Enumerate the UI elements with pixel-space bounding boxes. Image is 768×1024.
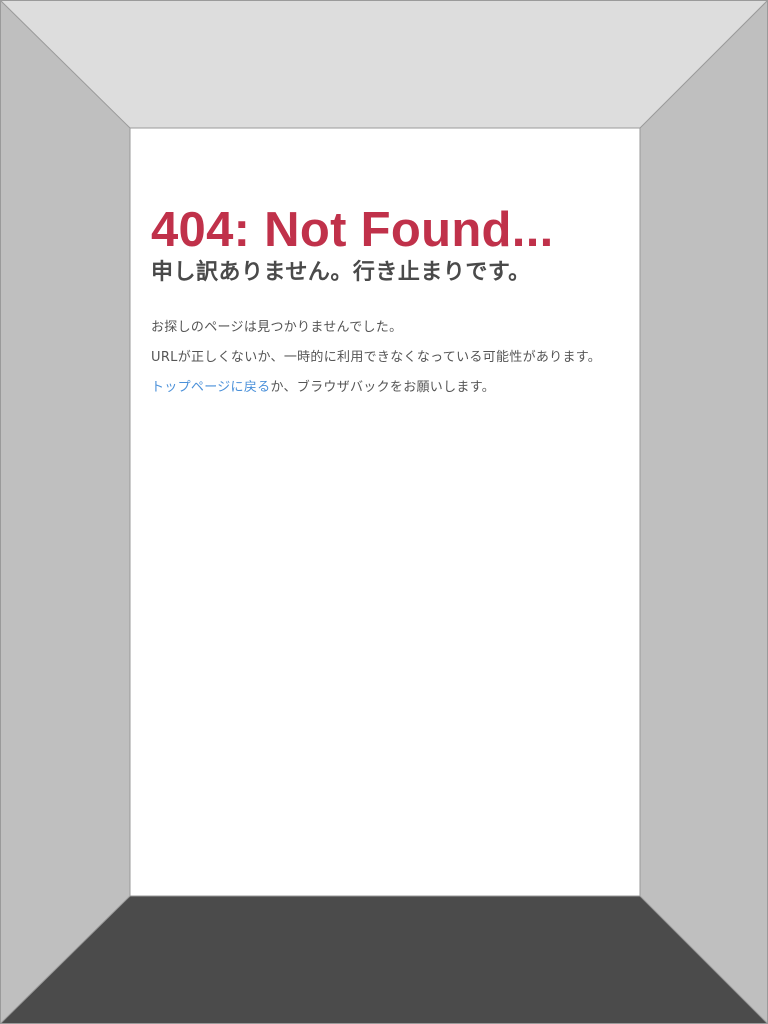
url-invalid-message: URLが正しくないか、一時的に利用できなくなっている可能性があります。 [151,350,602,365]
return-instructions-rest: か、ブラウザバックをお願いします。 [270,380,495,395]
room-frame: 404: Not Found... 申し訳ありません。行き止まりです。 お探しの… [0,0,768,1024]
left-wall [0,0,130,1024]
top-page-link[interactable]: トップページに戻る [151,380,270,395]
error-heading: 404: Not Found... [151,203,554,257]
return-instructions: トップページに戻るか、ブラウザバックをお願いします。 [151,379,495,397]
ceiling [0,0,768,128]
error-subheading: 申し訳ありません。行き止まりです。 [151,260,531,285]
not-found-message: お探しのページは見つかりませんでした。 [151,320,403,335]
error-content: 404: Not Found... 申し訳ありません。行き止まりです。 お探しの… [130,128,639,896]
right-wall [640,0,768,1024]
floor [0,896,768,1024]
